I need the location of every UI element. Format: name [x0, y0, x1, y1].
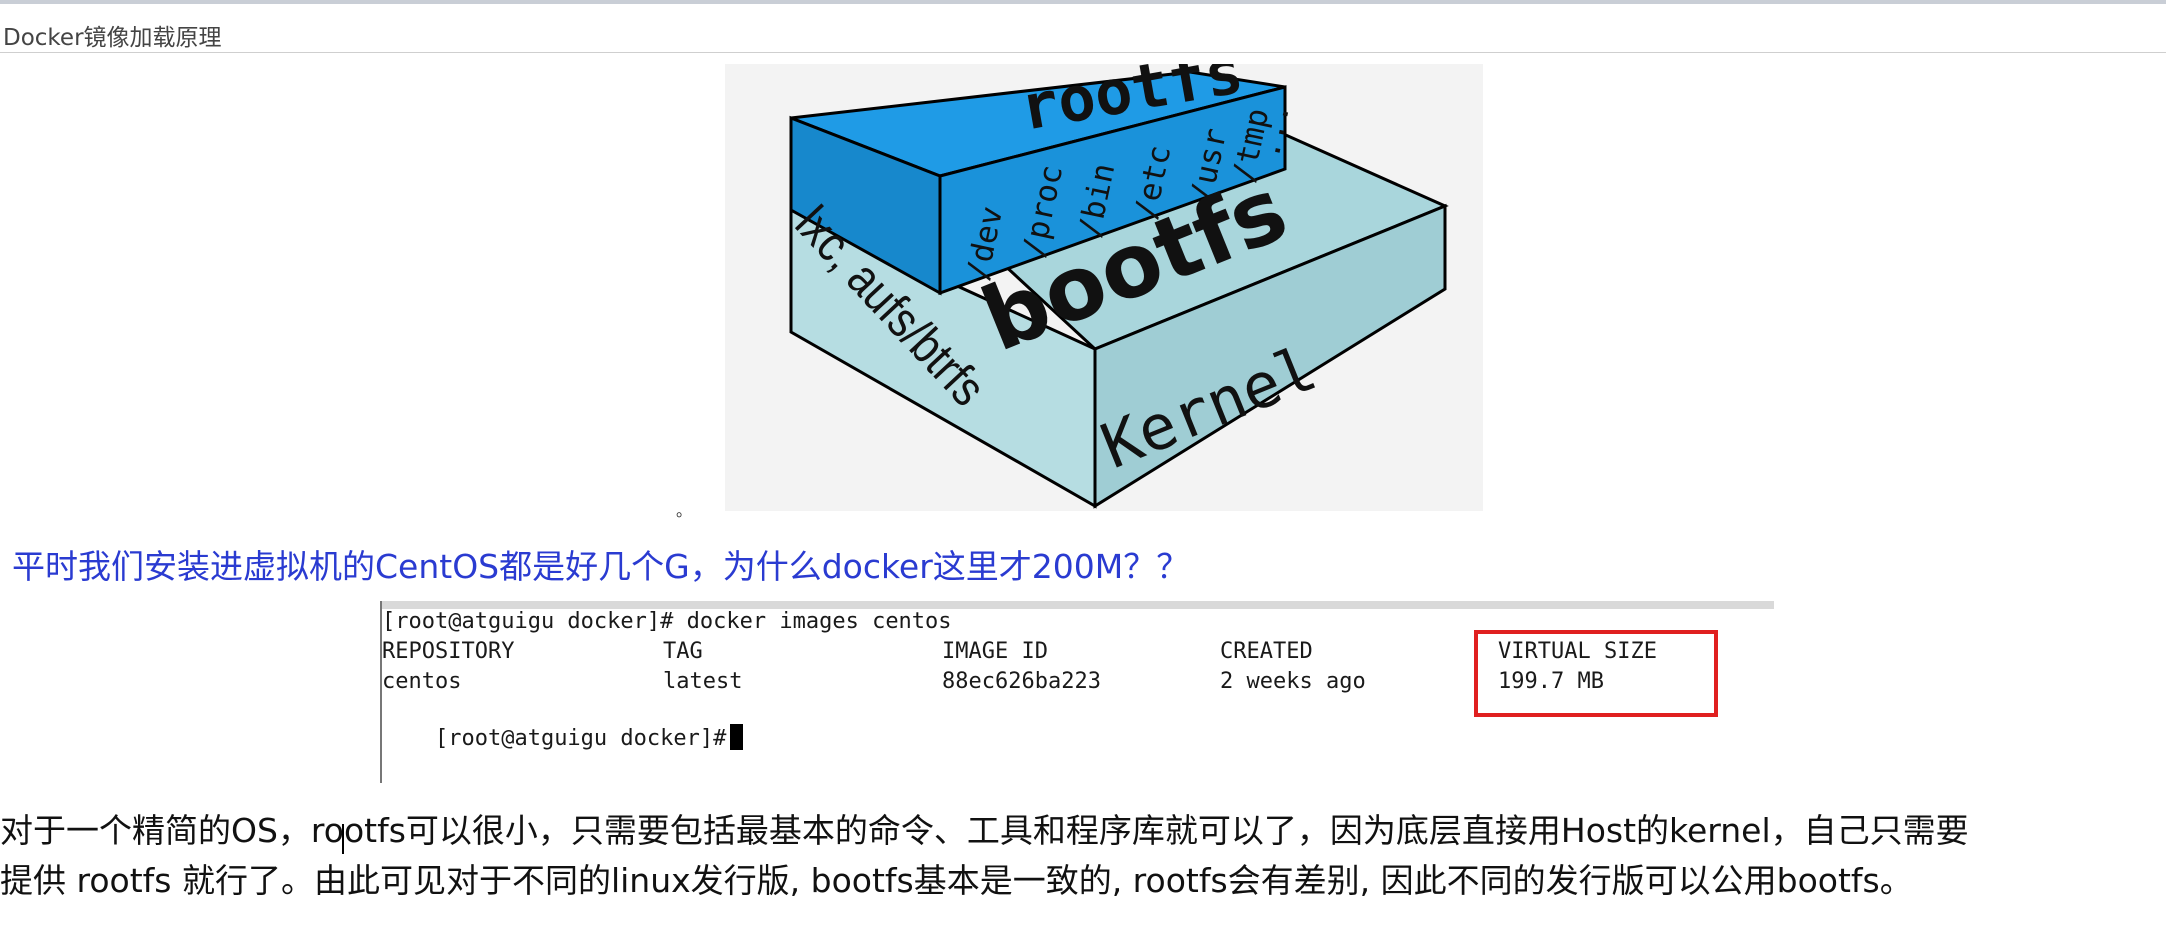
header-tag: TAG	[663, 639, 703, 664]
question-heading: 平时我们安装进虚拟机的CentOS都是好几个G，为什么docker这里才200M…	[12, 547, 1190, 586]
header-created: CREATED	[1220, 639, 1313, 664]
virtual-size-highlight-box	[1474, 630, 1718, 717]
row-created: 2 weeks ago	[1220, 669, 1366, 694]
row-tag: latest	[663, 669, 743, 694]
layers-illustration: rootfs /dev /proc /bin /etc /usr /tmp ..…	[785, 34, 1449, 509]
document-header: Docker镜像加载原理	[0, 4, 2166, 53]
terminal-command-line: [root@atguigu docker]# docker images cen…	[382, 609, 952, 634]
docker-image-layers-diagram: rootfs /dev /proc /bin /etc /usr /tmp ..…	[725, 34, 1483, 511]
header-repository: REPOSITORY	[382, 639, 515, 664]
row-repository: centos	[382, 669, 462, 694]
header-image-id: IMAGE ID	[942, 639, 1048, 664]
document-title: Docker镜像加载原理	[3, 25, 222, 51]
terminal-top-bar	[380, 601, 1774, 609]
paragraph-line-1: 对于一个精简的OS，rootfs可以很小，只需要包括最基本的命令、工具和程序库就…	[0, 811, 1969, 850]
text-cursor	[342, 824, 344, 854]
terminal-cursor	[730, 724, 744, 750]
paragraph-line-2: 提供 rootfs 就行了。由此可见对于不同的linux发行版, bootfs基…	[0, 861, 1913, 900]
terminal-prompt: [root@atguigu docker]#	[434, 726, 727, 751]
caption-dot: 。	[676, 501, 693, 520]
terminal-prompt-line: [root@atguigu docker]#	[382, 699, 744, 776]
row-image-id: 88ec626ba223	[942, 669, 1101, 694]
